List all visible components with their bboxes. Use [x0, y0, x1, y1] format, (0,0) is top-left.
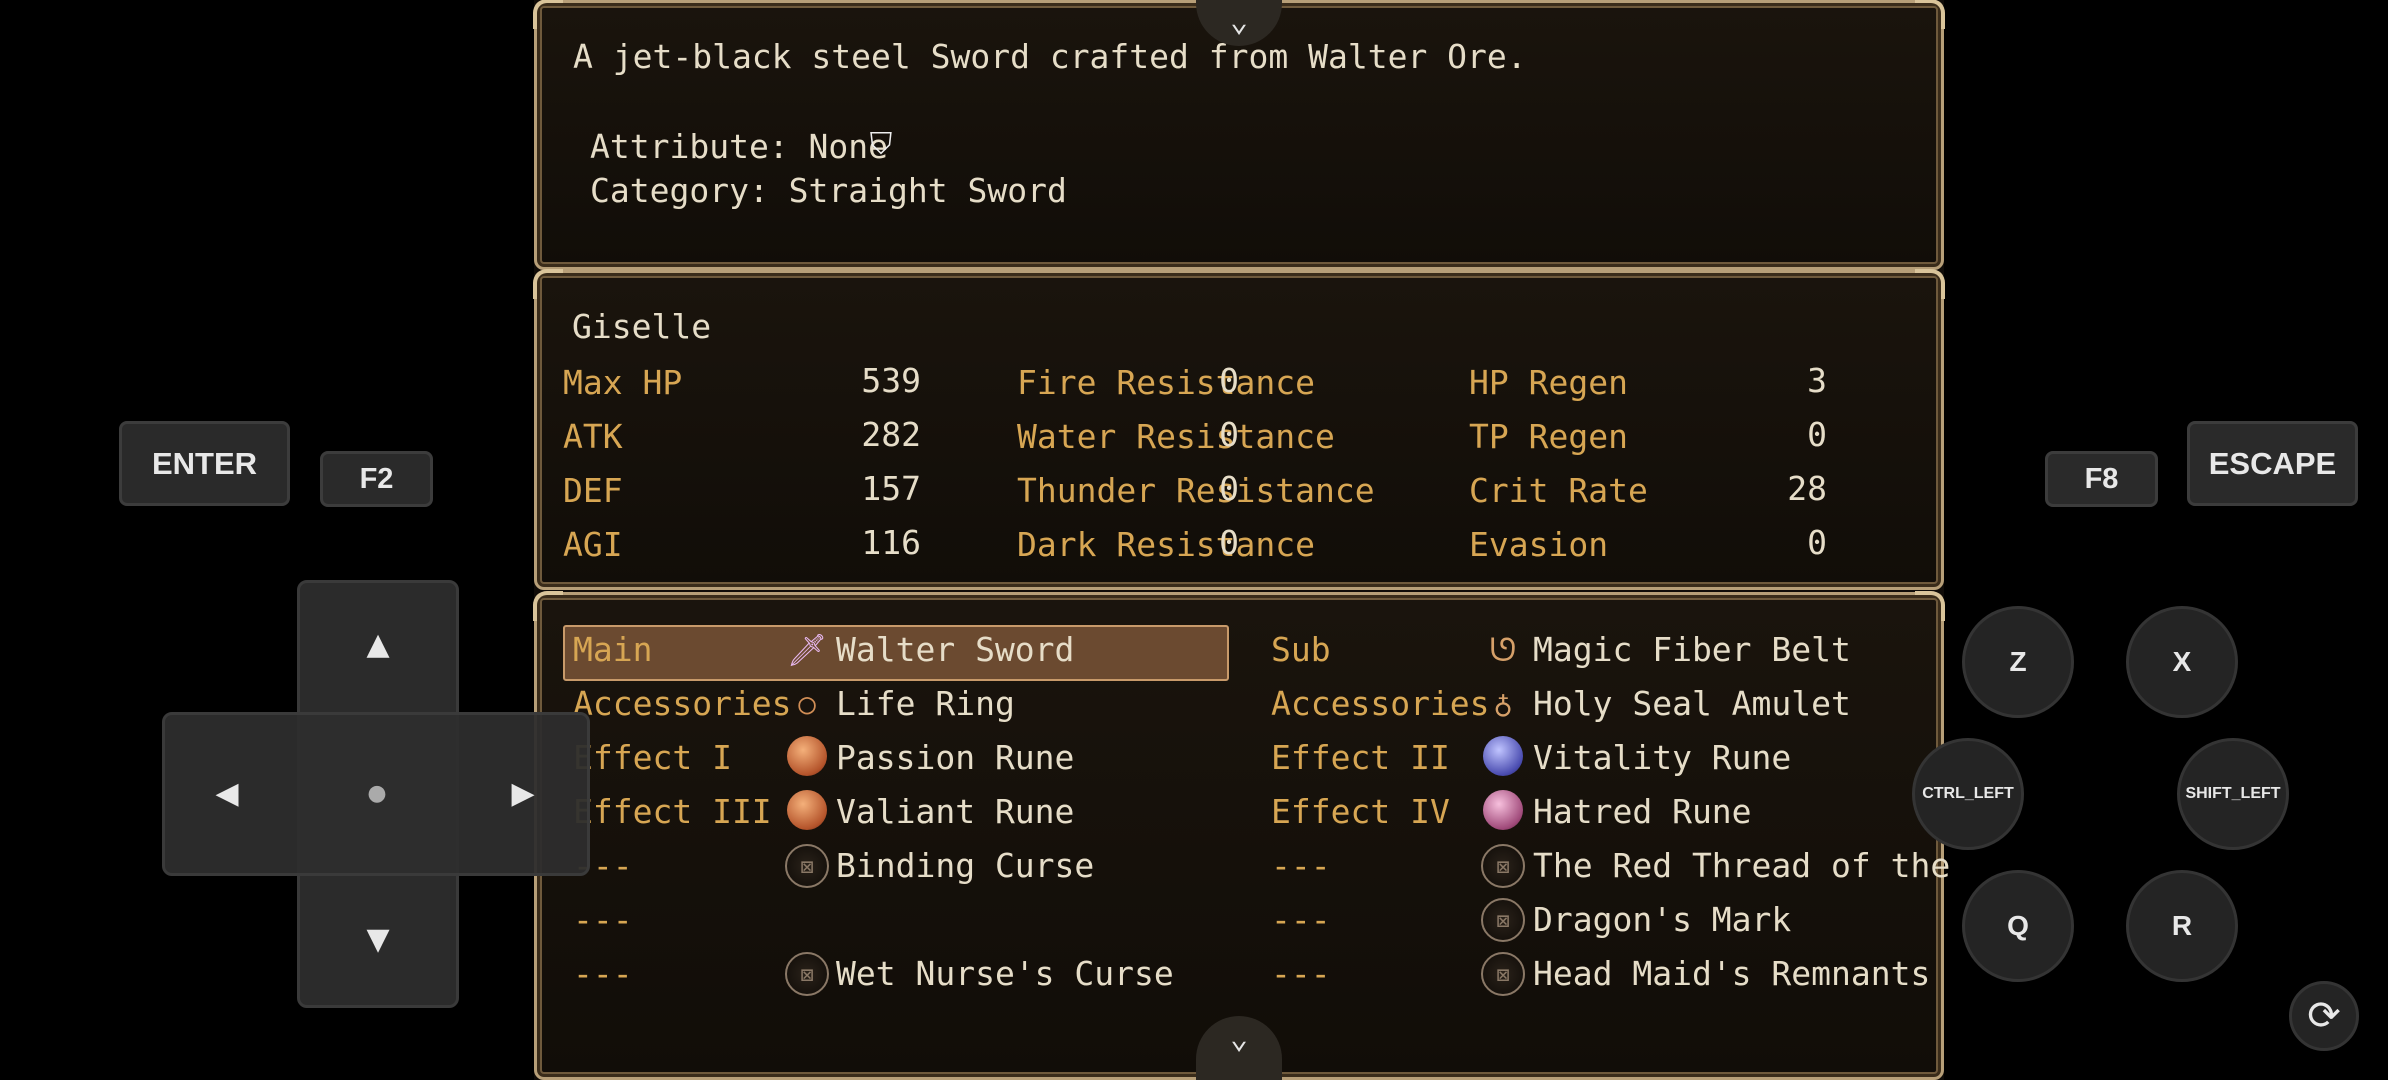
rune-icon [1483, 736, 1523, 776]
equip-slot-main[interactable]: Main [573, 630, 652, 670]
stat-value: 3 [1807, 361, 1827, 400]
stat-value: 0 [1807, 523, 1827, 562]
ring-icon: ◯ [798, 687, 816, 720]
character-status-window: Giselle Max HP 539 ATK 282 DEF 157 AGI 1… [533, 269, 1945, 590]
rune-icon [787, 736, 827, 776]
equip-slot-extra[interactable]: --- [1271, 846, 1331, 886]
equip-item-name[interactable]: Binding Curse [836, 846, 1094, 886]
sword-icon: 🗡 [786, 631, 828, 669]
equip-slot-effect-1[interactable]: Effect I [573, 738, 732, 778]
equip-slot-extra[interactable]: --- [1271, 900, 1331, 940]
belt-icon: ᘎ [1489, 631, 1517, 669]
equip-slot-extra[interactable]: --- [573, 954, 633, 994]
stat-label: DEF [563, 471, 623, 510]
curse-seal-icon: ⊠ [1481, 898, 1525, 942]
stat-label: HP Regen [1469, 363, 1628, 402]
equip-slot-accessories[interactable]: Accessories [573, 684, 792, 724]
equip-slot-extra[interactable]: --- [1271, 954, 1331, 994]
stat-label: Evasion [1469, 525, 1609, 564]
ctrl-left-key-button[interactable]: CTRL_LEFT [1912, 738, 2024, 850]
rune-icon [787, 790, 827, 830]
item-attribute-text: Attribute: None [590, 127, 889, 166]
stat-label: ATK [563, 417, 623, 456]
stat-label: TP Regen [1469, 417, 1628, 456]
equip-slot-effect-3[interactable]: Effect III [573, 792, 772, 832]
equip-item-name[interactable]: Wet Nurse's Curse [836, 954, 1174, 994]
stat-label: Max HP [563, 363, 683, 402]
stat-label: AGI [563, 525, 623, 564]
game-screen: A jet-black steel Sword crafted from Wal… [533, 0, 1950, 1080]
dpad-right-arrow-icon[interactable]: ▶ [498, 774, 548, 814]
dpad-left-arrow-icon[interactable]: ◀ [202, 774, 252, 814]
equip-slot-extra[interactable]: --- [573, 900, 633, 940]
stat-label: Crit Rate [1469, 471, 1648, 510]
stat-value: 0 [1219, 415, 1239, 454]
stat-value: 0 [1807, 415, 1827, 454]
curse-seal-icon: ⊠ [1481, 844, 1525, 888]
equip-item-name[interactable]: Magic Fiber Belt [1533, 630, 1851, 670]
escape-key-button[interactable]: ESCAPE [2187, 421, 2358, 506]
curse-seal-icon: ⊠ [785, 952, 829, 996]
stat-value: 0 [1219, 523, 1239, 562]
equip-item-name[interactable]: Head Maid's Remnants [1533, 954, 1930, 994]
q-key-button[interactable]: Q [1962, 870, 2074, 982]
amulet-icon: ♁ [1493, 685, 1513, 723]
equip-item-name[interactable]: Vitality Rune [1533, 738, 1791, 778]
equip-slot-sub[interactable]: Sub [1271, 630, 1331, 670]
dpad-up-arrow-icon[interactable]: ▲ [353, 625, 403, 665]
dpad-down-arrow-icon[interactable]: ▼ [353, 920, 403, 960]
equip-item-name[interactable]: Valiant Rune [836, 792, 1074, 832]
curse-seal-icon: ⊠ [785, 844, 829, 888]
equip-item-name[interactable]: Hatred Rune [1533, 792, 1752, 832]
z-key-button[interactable]: Z [1962, 606, 2074, 718]
equip-item-name[interactable]: The Red Thread of the [1533, 846, 1950, 886]
equipment-window: Main 🗡 Walter Sword Accessories ◯ Life R… [533, 591, 1950, 1080]
equip-slot-effect-2[interactable]: Effect II [1271, 738, 1450, 778]
stat-value: 0 [1219, 361, 1239, 400]
dpad-center-dot-icon: ● [367, 781, 387, 806]
stat-value: 28 [1787, 469, 1827, 508]
equip-slot-effect-4[interactable]: Effect IV [1271, 792, 1450, 832]
equip-item-name[interactable]: Walter Sword [836, 630, 1074, 670]
equip-item-name[interactable]: Holy Seal Amulet [1533, 684, 1851, 724]
f8-key-button[interactable]: F8 [2045, 451, 2158, 507]
crystal-icon: ⛉ [869, 127, 893, 162]
f2-key-button[interactable]: F2 [320, 451, 433, 507]
r-key-button[interactable]: R [2126, 870, 2238, 982]
equip-item-name[interactable]: Life Ring [836, 684, 1015, 724]
equip-item-name[interactable]: Dragon's Mark [1533, 900, 1791, 940]
rotate-refresh-icon[interactable]: ⟳ [2289, 981, 2359, 1051]
rune-icon [1483, 790, 1523, 830]
character-name: Giselle [572, 307, 712, 346]
enter-key-button[interactable]: ENTER [119, 421, 290, 506]
curse-seal-icon: ⊠ [1481, 952, 1525, 996]
stat-value: 0 [1219, 469, 1239, 508]
item-description-text: A jet-black steel Sword crafted from Wal… [573, 37, 1527, 76]
item-category-text: Category: Straight Sword [590, 171, 1067, 210]
shift-left-key-button[interactable]: SHIFT_LEFT [2177, 738, 2289, 850]
equip-slot-accessories[interactable]: Accessories [1271, 684, 1490, 724]
x-key-button[interactable]: X [2126, 606, 2238, 718]
equip-item-name[interactable]: Passion Rune [836, 738, 1074, 778]
